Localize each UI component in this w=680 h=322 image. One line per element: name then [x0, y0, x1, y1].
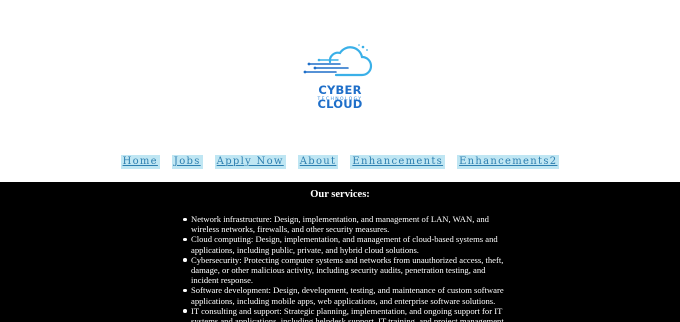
service-item-it-consulting: IT consulting and support: Strategic pla… [183, 306, 511, 322]
nav-link-about[interactable]: About [297, 155, 339, 169]
nav-link-jobs[interactable]: Jobs [171, 155, 203, 169]
services-list: Network infrastructure: Design, implemen… [183, 214, 511, 322]
main-nav: Home Jobs Apply Now About Enhancements E… [0, 155, 680, 169]
services-section: Our services: Network infrastructure: De… [0, 182, 680, 322]
service-item-network: Network infrastructure: Design, implemen… [183, 214, 511, 234]
site-header: CYBER CLOUD TECHNOLOGY Home Jobs Apply N… [0, 0, 680, 182]
nav-link-home[interactable]: Home [120, 155, 160, 169]
cloud-circuit-icon [303, 44, 373, 77]
nav-link-enhancements2[interactable]: Enhancements2 [457, 155, 560, 169]
nav-link-apply-now[interactable]: Apply Now [214, 155, 286, 169]
logo-subtitle: TECHNOLOGY [317, 97, 363, 102]
service-item-cybersecurity: Cybersecurity: Protecting computer syste… [183, 255, 511, 286]
service-item-cloud: Cloud computing: Design, implementation,… [183, 234, 511, 255]
service-item-software: Software development: Design, developmen… [183, 285, 511, 306]
company-logo[interactable]: CYBER CLOUD TECHNOLOGY [296, 42, 384, 111]
services-title: Our services: [310, 189, 370, 200]
nav-link-enhancements[interactable]: Enhancements [350, 155, 446, 169]
